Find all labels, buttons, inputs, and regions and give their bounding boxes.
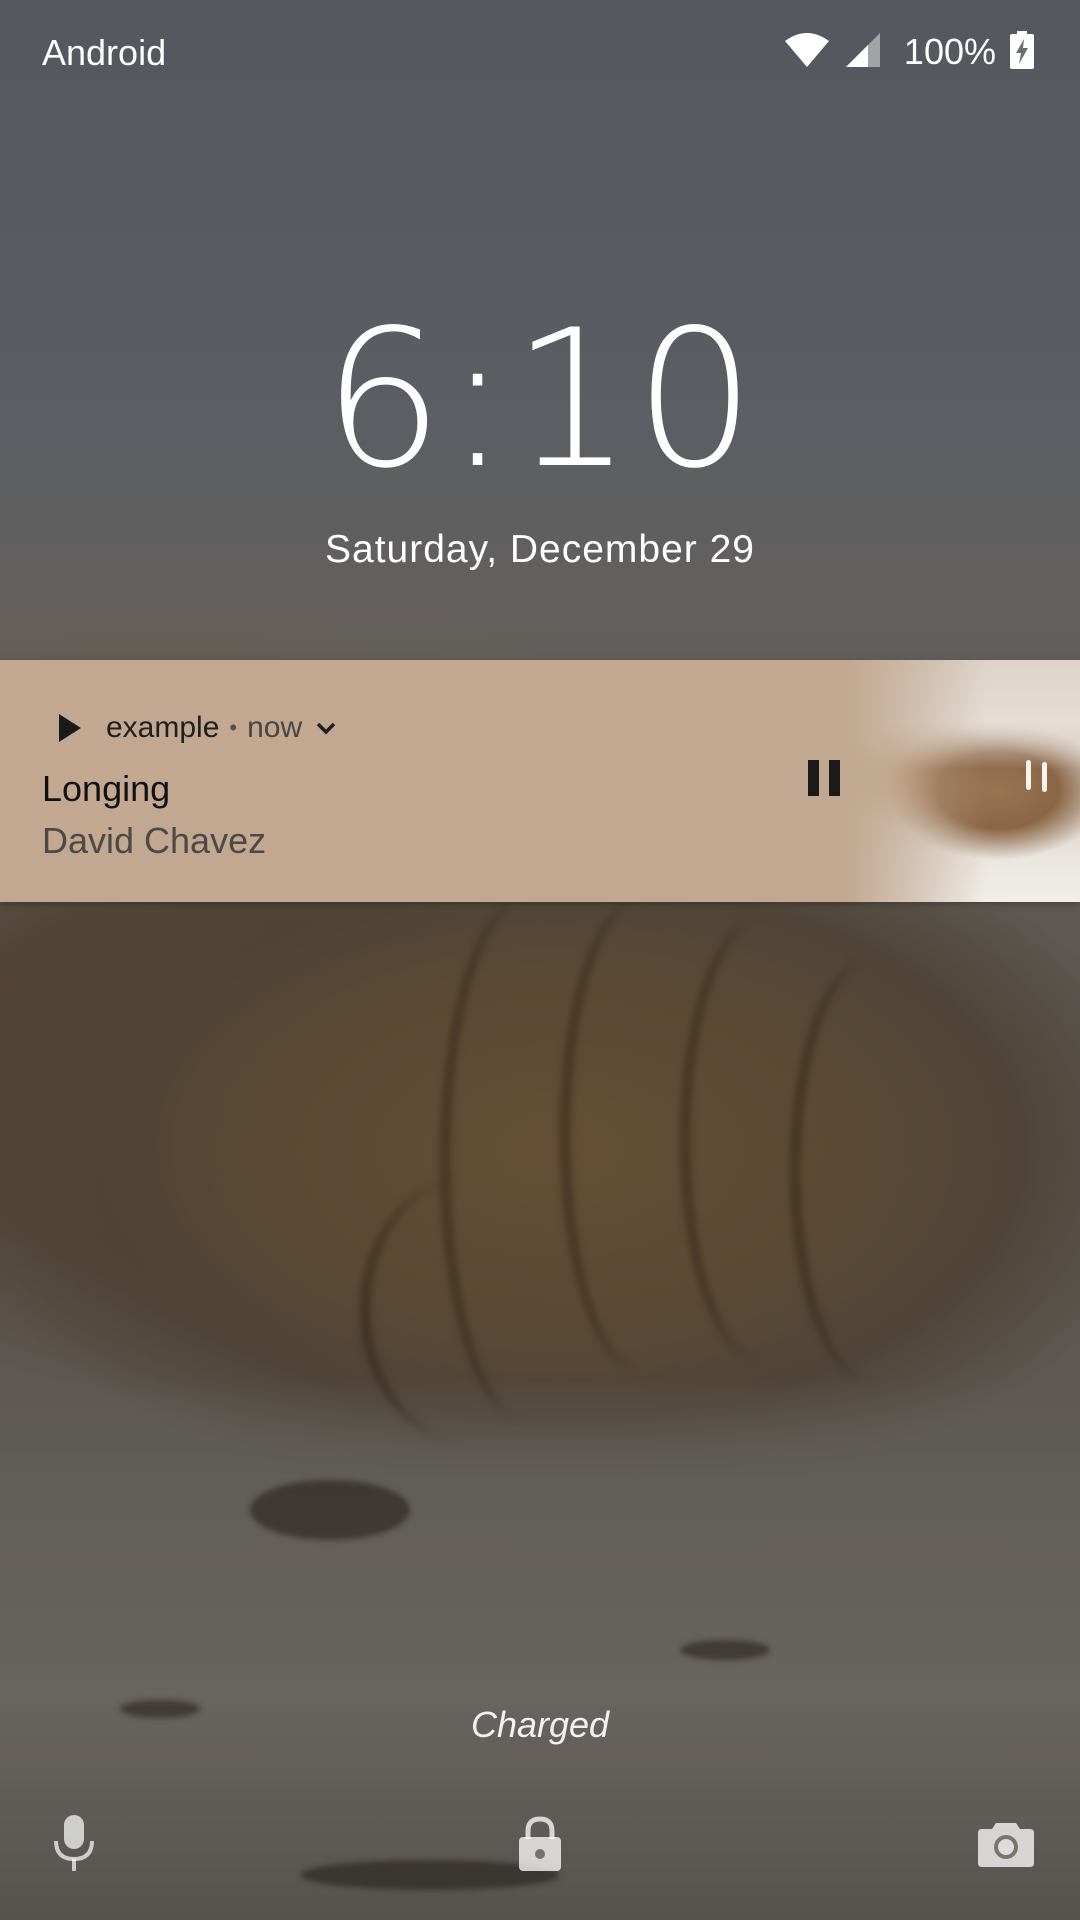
camera-icon bbox=[978, 1819, 1034, 1872]
camera-button[interactable] bbox=[976, 1815, 1036, 1875]
status-icons: 100% bbox=[784, 30, 1034, 74]
album-art-detail bbox=[1042, 762, 1047, 792]
microphone-icon bbox=[52, 1814, 96, 1876]
pause-button[interactable] bbox=[796, 752, 852, 808]
song-artist: David Chavez bbox=[42, 820, 267, 861]
charging-status: Charged bbox=[470, 1704, 610, 1745]
chevron-down-icon[interactable] bbox=[312, 714, 340, 742]
song-title: Longing bbox=[42, 768, 171, 809]
header-separator: • bbox=[229, 715, 238, 740]
album-art-image bbox=[848, 660, 1080, 902]
voice-assist-button[interactable] bbox=[44, 1814, 104, 1876]
status-bar: Android 100% bbox=[0, 0, 1080, 108]
pause-icon bbox=[806, 758, 842, 803]
lockscreen-clock: 6:10 bbox=[322, 289, 758, 510]
cell-signal-icon bbox=[844, 31, 882, 74]
lock-icon bbox=[518, 1815, 562, 1876]
wallpaper-scrim bbox=[0, 0, 1080, 1920]
carrier-label: Android bbox=[42, 32, 167, 73]
unlock-button[interactable] bbox=[510, 1815, 570, 1875]
battery-charging-icon bbox=[1010, 30, 1034, 74]
lock-screen: Android 100% 6:10 Saturday, December 29 … bbox=[0, 0, 1080, 1920]
play-icon bbox=[52, 711, 86, 745]
battery-percent: 100% bbox=[903, 31, 996, 72]
wifi-icon bbox=[784, 32, 830, 73]
notification-header[interactable]: example • now bbox=[52, 708, 340, 748]
lockscreen-date: Saturday, December 29 bbox=[325, 528, 755, 571]
album-art-detail bbox=[1026, 760, 1031, 790]
media-notification[interactable]: example • now Longing David Chavez bbox=[0, 660, 1080, 902]
notification-app-name: example bbox=[106, 711, 220, 744]
notification-time: now bbox=[247, 711, 303, 744]
